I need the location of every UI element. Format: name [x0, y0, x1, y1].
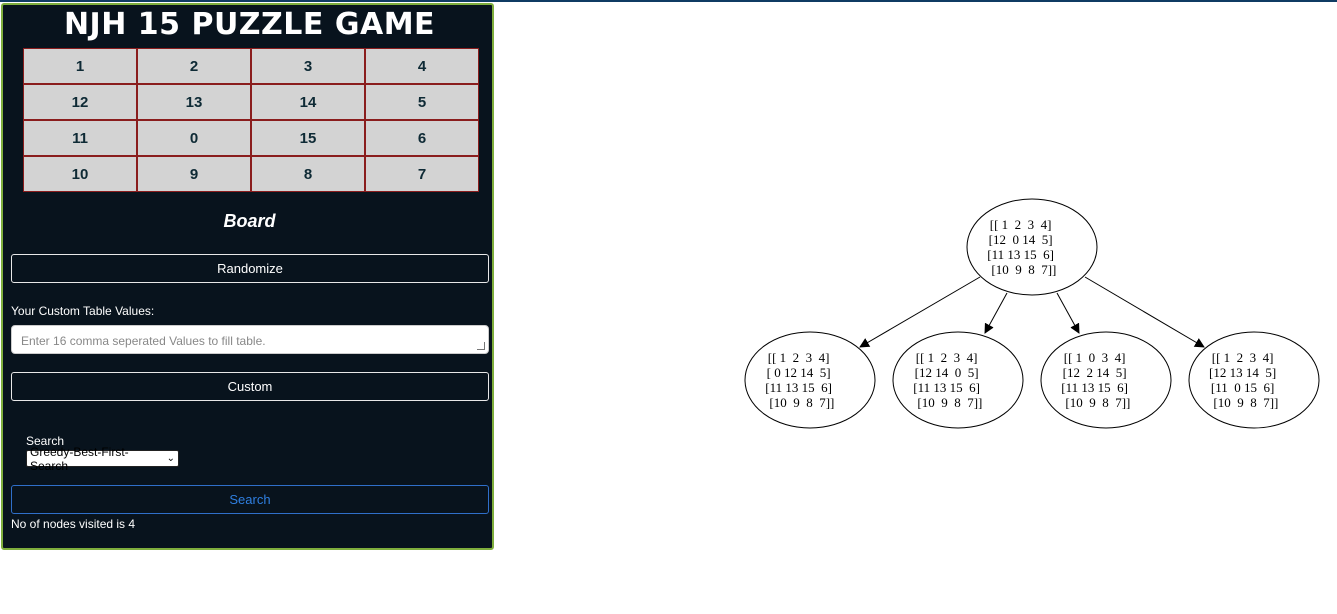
- node-row: [10 9 8 7]]: [917, 395, 982, 410]
- puzzle-panel: NJH 15 PUZZLE GAME 1 2 3 4 12 13 14 5 11…: [1, 3, 494, 550]
- node-row: [11 13 15 6]: [913, 380, 980, 395]
- node-row: [ 0 12 14 5]: [767, 365, 831, 380]
- node-row: [[ 1 2 3 4]: [1212, 350, 1274, 365]
- tree-node-child: [[ 1 2 3 4] [ 0 12 14 5] [11 13 15 6] [1…: [700, 180, 876, 429]
- node-row: [11 0 15 6]: [1211, 380, 1274, 395]
- board-tile[interactable]: 3: [251, 48, 365, 84]
- board-tile[interactable]: 15: [251, 120, 365, 156]
- svg-text:[[ 1 2 3 4] [ 0 12 14: [[ 1 2 3 4] [ 0 12 14 5] [11 13 15 6] [1…: [700, 180, 855, 410]
- board-tile[interactable]: 6: [365, 120, 479, 156]
- board-tile[interactable]: 14: [251, 84, 365, 120]
- node-row: [12 0 14 5]: [989, 232, 1053, 247]
- node-row: [10 9 8 7]]: [1213, 395, 1278, 410]
- chevron-down-icon: ⌄: [166, 453, 175, 464]
- custom-values-label: Your Custom Table Values:: [11, 304, 155, 318]
- svg-text:[[ 1 2 3 4] [12 0 14: [[ 1 2 3 4] [12 0 14 5] [11 13 15 6] [10…: [700, 180, 1077, 277]
- top-border-line: [0, 0, 1337, 2]
- search-button[interactable]: Search: [11, 485, 489, 514]
- tree-edge: [984, 292, 1008, 334]
- search-algorithm-select[interactable]: Greedy-Best-First-Search ⌄: [26, 445, 179, 473]
- node-row: [10 9 8 7]]: [991, 262, 1056, 277]
- nodes-visited-status: No of nodes visited is 4: [11, 517, 136, 531]
- board-tile[interactable]: 13: [137, 84, 251, 120]
- board-tile[interactable]: 1: [23, 48, 137, 84]
- board-tile[interactable]: 11: [23, 120, 137, 156]
- board-tile[interactable]: 7: [365, 156, 479, 192]
- node-row: [[ 1 2 3 4]: [916, 350, 978, 365]
- node-row: [11 13 15 6]: [987, 247, 1054, 262]
- board-tile[interactable]: 5: [365, 84, 479, 120]
- node-row: [[ 1 2 3 4]: [990, 217, 1052, 232]
- tree-node-root: [[ 1 2 3 4] [12 0 14 5] [11 13 15 6] [10…: [700, 180, 1098, 296]
- custom-button[interactable]: Custom: [11, 372, 489, 401]
- resize-grip-icon[interactable]: [477, 342, 485, 350]
- board-tile[interactable]: 0: [137, 120, 251, 156]
- custom-values-placeholder: Enter 16 comma seperated Values to fill …: [21, 334, 266, 348]
- search-tree-diagram: [[ 1 2 3 4] [12 0 14 5] [11 13 15 6] [10…: [700, 180, 1320, 429]
- page-title: NJH 15 PUZZLE GAME: [63, 7, 436, 42]
- board-tile[interactable]: 12: [23, 84, 137, 120]
- node-row: [12 14 0 5]: [915, 365, 979, 380]
- node-row: [11 13 15 6]: [1061, 380, 1128, 395]
- node-row: [11 13 15 6]: [765, 380, 832, 395]
- board-tile[interactable]: 4: [365, 48, 479, 84]
- node-row: [12 2 14 5]: [1063, 365, 1127, 380]
- tree-edge: [1056, 292, 1080, 334]
- search-algorithm-value: Greedy-Best-First-Search: [30, 444, 129, 473]
- randomize-button[interactable]: Randomize: [11, 254, 489, 283]
- node-row: [10 9 8 7]]: [769, 395, 834, 410]
- puzzle-board: 1 2 3 4 12 13 14 5 11 0 15 6 10 9 8 7: [23, 48, 479, 192]
- board-tile[interactable]: 8: [251, 156, 365, 192]
- board-tile[interactable]: 9: [137, 156, 251, 192]
- board-label: Board: [223, 211, 276, 231]
- node-row: [10 9 8 7]]: [1065, 395, 1130, 410]
- board-tile[interactable]: 10: [23, 156, 137, 192]
- custom-values-input[interactable]: Enter 16 comma seperated Values to fill …: [11, 325, 489, 354]
- node-row: [12 13 14 5]: [1209, 365, 1276, 380]
- board-tile[interactable]: 2: [137, 48, 251, 84]
- node-row: [[ 1 2 3 4]: [768, 350, 830, 365]
- node-row: [[ 1 0 3 4]: [1064, 350, 1126, 365]
